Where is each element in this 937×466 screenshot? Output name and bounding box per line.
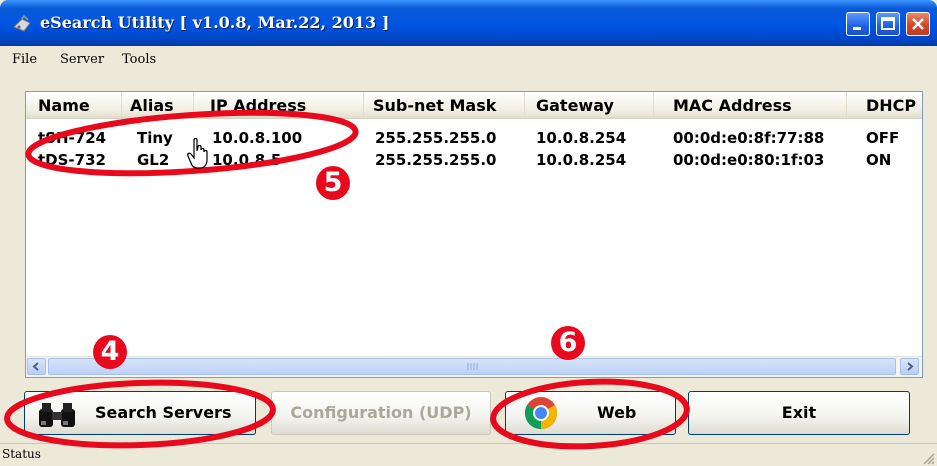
menu-file[interactable]: File (12, 52, 37, 67)
server-list[interactable]: Name Alias IP Address Sub-net Mask Gatew… (25, 91, 923, 378)
scroll-right-icon (907, 362, 914, 371)
cell-alias: Tiny (137, 129, 173, 147)
configuration-udp-label: Configuration (UDP) (290, 403, 472, 422)
app-window: eSearch Utility [ v1.0.8, Mar.22, 2013 ]… (0, 0, 937, 466)
column-header-alias[interactable]: Alias (122, 92, 194, 118)
scroll-left-icon (32, 362, 39, 371)
scroll-thumb[interactable] (48, 358, 896, 375)
cell-name: tSH-724 (38, 129, 107, 147)
menu-server[interactable]: Server (60, 52, 104, 67)
column-header-ip[interactable]: IP Address (202, 92, 364, 118)
cell-subnet: 255.255.255.0 (375, 129, 497, 147)
close-button[interactable] (906, 12, 930, 36)
menu-tools[interactable]: Tools (122, 52, 156, 67)
status-bar: Status (0, 443, 937, 466)
list-header: Name Alias IP Address Sub-net Mask Gatew… (26, 92, 922, 119)
column-header-mac[interactable]: MAC Address (665, 92, 847, 118)
annotation-number-6: 6 (551, 326, 585, 360)
app-icon (13, 15, 31, 32)
maximize-button[interactable] (876, 12, 900, 36)
cell-mac: 00:0d:e0:8f:77:88 (673, 129, 825, 147)
exit-label: Exit (781, 403, 817, 422)
scroll-left-button[interactable] (27, 358, 46, 375)
close-icon (912, 18, 924, 30)
cell-dhcp: ON (866, 151, 892, 169)
cell-gateway: 10.0.8.254 (536, 151, 627, 169)
configuration-udp-button[interactable]: Configuration (UDP) (271, 391, 491, 435)
binoculars-icon (39, 403, 75, 427)
search-servers-label: Search Servers (95, 403, 232, 422)
cell-subnet: 255.255.255.0 (375, 151, 497, 169)
column-header-gateway[interactable]: Gateway (528, 92, 654, 118)
table-row[interactable]: tSH-724 Tiny 10.0.8.100 255.255.255.0 10… (26, 127, 922, 149)
size-grip-icon[interactable] (921, 451, 935, 465)
annotation-number-4: 4 (93, 335, 127, 369)
scroll-thumb-grip-icon (467, 363, 478, 370)
column-header-subnet[interactable]: Sub-net Mask (365, 92, 525, 118)
cell-mac: 00:0d:e0:80:1f:03 (673, 151, 825, 169)
column-header-name[interactable]: Name (30, 92, 122, 118)
horizontal-scrollbar[interactable] (26, 356, 922, 377)
chrome-icon (524, 397, 558, 430)
cell-ip: 10.0.8.100 (212, 129, 303, 147)
cell-dhcp: OFF (866, 129, 900, 147)
scroll-right-button[interactable] (900, 358, 919, 375)
exit-button[interactable]: Exit (688, 391, 910, 435)
menu-bar: File Server Tools (0, 46, 937, 76)
cell-alias: GL2 (137, 151, 170, 169)
web-button[interactable]: Web (505, 391, 676, 435)
search-servers-button[interactable]: Search Servers (24, 391, 256, 435)
column-header-dhcp[interactable]: DHCP (858, 92, 922, 118)
cell-gateway: 10.0.8.254 (536, 129, 627, 147)
cell-name: tDS-732 (38, 151, 106, 169)
annotation-number-5: 5 (316, 166, 350, 200)
maximize-icon (881, 17, 895, 30)
status-text: Status (2, 447, 41, 461)
title-bar: eSearch Utility [ v1.0.8, Mar.22, 2013 ] (0, 0, 937, 46)
minimize-button[interactable] (846, 12, 870, 36)
minimize-icon (853, 27, 861, 30)
web-label: Web (597, 403, 637, 422)
table-row[interactable]: tDS-732 GL2 10.0.8.5 255.255.255.0 10.0.… (26, 149, 922, 171)
window-title: eSearch Utility [ v1.0.8, Mar.22, 2013 ] (40, 13, 390, 32)
